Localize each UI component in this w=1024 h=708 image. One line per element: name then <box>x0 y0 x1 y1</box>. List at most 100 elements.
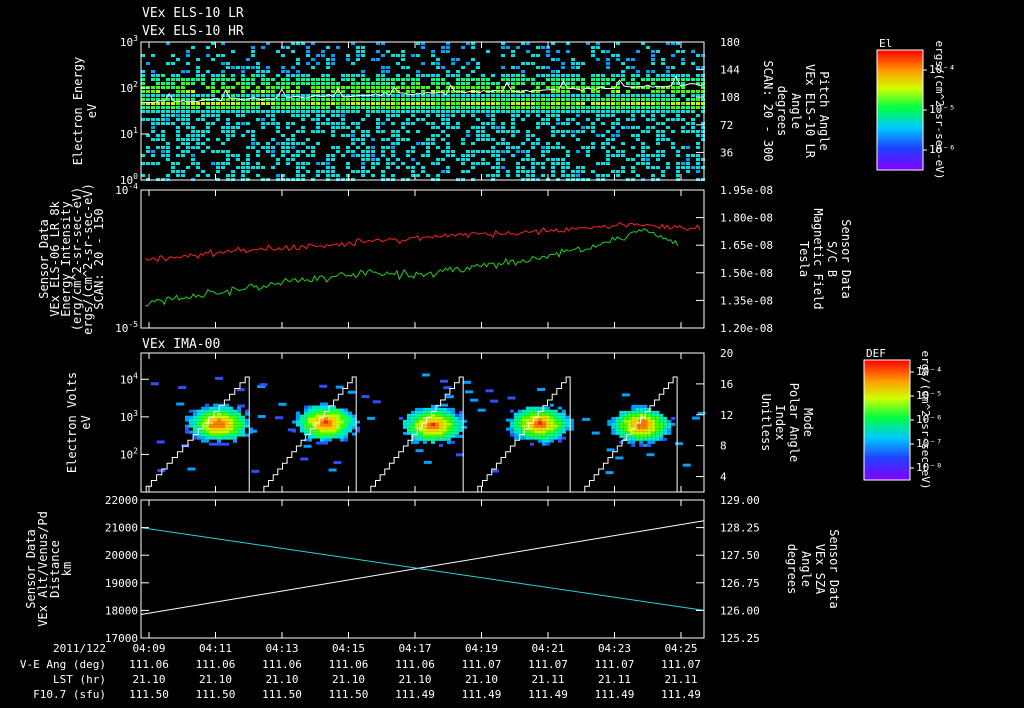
heatmap-cell <box>646 166 650 169</box>
heatmap-cell <box>556 98 560 101</box>
heatmap-cell <box>181 138 185 141</box>
heatmap-cell <box>676 102 680 105</box>
heatmap-cell <box>566 154 570 157</box>
heatmap-cell <box>426 437 431 441</box>
heatmap-cell <box>401 86 405 89</box>
heatmap-cell <box>181 94 185 97</box>
heatmap-cell <box>281 82 285 85</box>
heatmap-cell <box>361 54 365 57</box>
heatmap-cell <box>396 110 400 113</box>
heatmap-cell <box>211 82 215 85</box>
heatmap-cell <box>181 122 185 125</box>
heatmap-cell <box>303 417 308 421</box>
heatmap-cell <box>411 86 415 89</box>
heatmap-cell <box>209 421 214 425</box>
heatmap-cell <box>426 174 430 177</box>
heatmap-cell <box>663 437 668 441</box>
heatmap-cell <box>367 416 376 420</box>
heatmap-cell <box>661 74 665 77</box>
heatmap-cell <box>566 90 570 93</box>
heatmap-cell <box>516 110 520 113</box>
heatmap-cell <box>316 114 320 117</box>
heatmap-cell <box>209 406 214 410</box>
y-tick-label: 102 <box>120 446 138 461</box>
heatmap-cell <box>430 407 435 411</box>
heatmap-cell <box>415 449 424 453</box>
heatmap-cell <box>335 420 340 424</box>
heatmap-cell <box>246 146 250 149</box>
heatmap-cell <box>306 82 310 85</box>
heatmap-cell <box>446 416 451 420</box>
heatmap-cell <box>171 170 175 173</box>
heatmap-cell <box>331 98 335 101</box>
heatmap-cell <box>418 410 423 414</box>
heatmap-cell <box>161 94 165 97</box>
heatmap-cell <box>501 106 505 109</box>
heatmap-cell <box>471 78 475 81</box>
heatmap-cell <box>430 422 435 426</box>
heatmap-cell <box>315 432 320 436</box>
heatmap-cell <box>291 429 296 433</box>
heatmap-cell <box>229 433 234 437</box>
heatmap-cell <box>591 78 595 81</box>
heatmap-cell <box>286 110 290 113</box>
heatmap-cell <box>151 154 155 157</box>
heatmap-cell <box>631 422 636 426</box>
heatmap-cell <box>231 110 235 113</box>
heatmap-cell <box>276 126 280 129</box>
heatmap-cell <box>206 122 210 125</box>
y-axis-label: km <box>60 562 74 576</box>
heatmap-cell <box>315 408 320 412</box>
heatmap-cell <box>621 70 625 73</box>
heatmap-cell <box>281 54 285 57</box>
heatmap-cell <box>339 423 344 427</box>
heatmap-cell <box>341 118 345 121</box>
heatmap-cell <box>446 434 451 438</box>
heatmap-cell <box>229 427 234 431</box>
heatmap-cell <box>651 428 656 432</box>
heatmap-cell <box>271 90 275 93</box>
heatmap-cell <box>391 142 395 145</box>
heatmap-cell <box>381 138 385 141</box>
heatmap-cell <box>529 436 534 440</box>
heatmap-cell <box>531 106 535 109</box>
heatmap-cell <box>667 422 672 426</box>
heatmap-cell <box>381 82 385 85</box>
heatmap-cell <box>546 94 550 97</box>
heatmap-cell <box>667 419 672 423</box>
heatmap-cell <box>501 138 505 141</box>
heatmap-cell <box>196 130 200 133</box>
heatmap-cell <box>251 102 255 105</box>
heatmap-cell <box>466 150 470 153</box>
heatmap-cell <box>331 54 335 57</box>
heatmap-cell <box>146 162 150 165</box>
time-axis-value: 111.07 <box>462 658 502 671</box>
heatmap-cell <box>438 410 443 414</box>
heatmap-cell <box>656 158 660 161</box>
heatmap-cell <box>396 62 400 65</box>
heatmap-cell <box>351 414 356 418</box>
heatmap-cell <box>436 114 440 117</box>
heatmap-cell <box>246 94 250 97</box>
heatmap-cell <box>161 114 165 117</box>
panel-title: VEx ELS-10 LR <box>142 6 244 21</box>
heatmap-cell <box>481 98 485 101</box>
heatmap-cell <box>301 78 305 81</box>
heatmap-cell <box>553 430 558 434</box>
heatmap-cell <box>641 110 645 113</box>
heatmap-cell <box>281 102 285 105</box>
heatmap-cell <box>335 432 340 436</box>
heatmap-cell <box>225 433 230 437</box>
heatmap-cell <box>256 154 260 157</box>
heatmap-cell <box>186 94 190 97</box>
heatmap-cell <box>458 434 463 438</box>
heatmap-cell <box>551 166 555 169</box>
series-layer <box>140 75 705 616</box>
heatmap-cell <box>545 412 550 416</box>
heatmap-cell <box>411 98 415 101</box>
heatmap-cell <box>639 419 644 423</box>
heatmap-cell <box>241 430 246 434</box>
y-axis-label: Electron Volts <box>65 372 79 473</box>
heatmap-cell <box>533 424 538 428</box>
y2-tick-label: 12 <box>720 409 733 422</box>
